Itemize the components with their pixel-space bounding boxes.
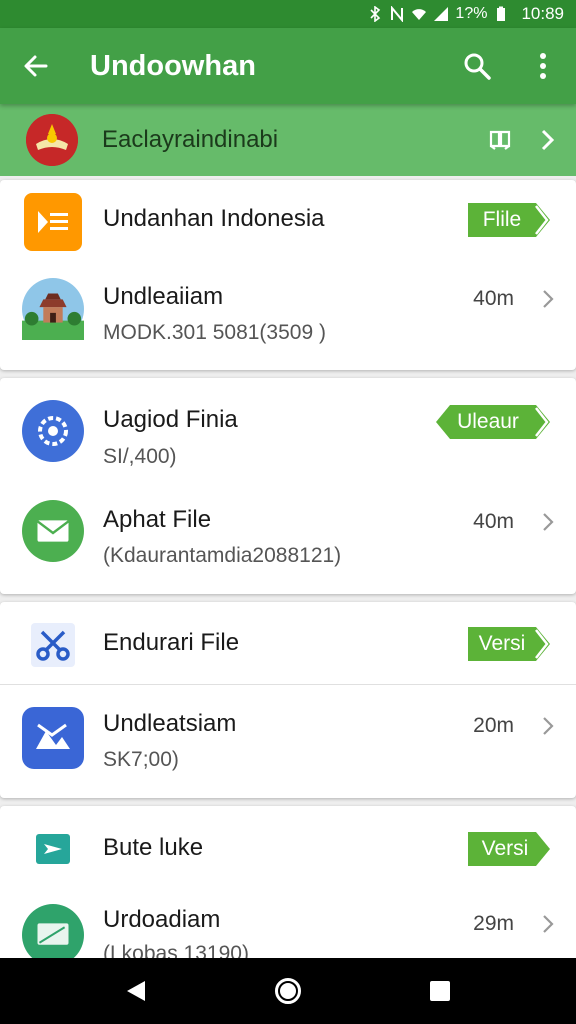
item-subtitle: SI/,400) <box>103 445 177 468</box>
scissors-icon <box>22 614 84 676</box>
page-title: Undoowhan <box>90 49 256 82</box>
item-title: Urdoadiam <box>103 906 221 933</box>
more-vert-icon <box>540 53 546 79</box>
emblem-icon <box>26 114 78 166</box>
search-icon <box>464 53 491 80</box>
item-size: 20m <box>473 714 514 737</box>
item-title: Undanhan Indonesia <box>103 205 325 232</box>
tag-label: Versi <box>478 632 526 655</box>
battery-percent: 1?% <box>455 5 488 22</box>
recents-square-icon <box>430 981 450 1001</box>
battery-icon <box>497 6 506 21</box>
banner-text: Eaclayraindinabi <box>102 126 279 153</box>
nav-back-button[interactable] <box>106 966 166 1016</box>
update-tag[interactable]: Uleaur <box>436 405 552 439</box>
search-button[interactable] <box>444 28 510 104</box>
card-4: Bute luke Versi Urdoadiam (Lkobas 13190)… <box>0 806 576 966</box>
temple-icon <box>22 278 84 340</box>
signal-icon <box>434 7 449 21</box>
item-title: Undleatsiam <box>103 710 237 737</box>
back-button[interactable] <box>0 28 72 104</box>
photo-icon <box>22 707 84 769</box>
featured-banner[interactable]: Eaclayraindinabi <box>0 104 576 176</box>
book-icon[interactable] <box>480 130 520 150</box>
list-item[interactable]: Undanhan Indonesia Flile <box>0 180 576 260</box>
list-item[interactable]: Uagiod Finia SI/,400) Uleaur <box>0 378 576 486</box>
document-icon <box>22 191 84 253</box>
tag-label: Versi <box>481 837 529 860</box>
send-icon <box>22 818 84 880</box>
list-item[interactable]: Undleaiiam MODK.301 5081(3509 ) 40m <box>0 270 576 370</box>
item-size: 29m <box>473 912 514 935</box>
card-2: Uagiod Finia SI/,400) Uleaur Aphat File … <box>0 378 576 594</box>
settings-gear-icon <box>22 400 84 462</box>
item-title: Endurari File <box>103 629 240 656</box>
version-tag[interactable]: Versi <box>466 832 552 866</box>
item-title: Aphat File <box>103 506 212 533</box>
status-bar: 1?% 10:89 <box>0 0 576 28</box>
version-tag[interactable]: Versi <box>466 627 552 661</box>
more-options-button[interactable] <box>510 28 576 104</box>
back-arrow-icon <box>24 55 48 77</box>
banner-chevron[interactable] <box>520 129 576 151</box>
nfc-icon <box>391 6 404 22</box>
item-title: Bute luke <box>103 834 204 861</box>
card-3: Endurari File Versi Undleatsiam SK7;00) … <box>0 602 576 798</box>
chevron-right-icon <box>543 915 554 933</box>
item-size: 40m <box>473 510 514 533</box>
list-item[interactable]: Bute luke Versi <box>0 806 576 890</box>
list-item[interactable]: Undleatsiam SK7;00) 20m <box>0 685 576 798</box>
tag-label: Uleaur <box>457 410 519 433</box>
file-tag[interactable]: Flile <box>466 203 552 237</box>
chevron-right-icon <box>543 290 554 308</box>
item-title: Uagiod Finia <box>103 406 238 433</box>
tag-label: Flile <box>482 208 522 231</box>
file-icon <box>22 904 84 966</box>
item-size: 40m <box>473 287 514 310</box>
list-item[interactable]: Endurari File Versi <box>0 602 576 684</box>
back-triangle-icon <box>127 981 145 1001</box>
card-1: Undanhan Indonesia Flile Undleaiiam MODK… <box>0 180 576 370</box>
chevron-right-icon <box>541 129 555 151</box>
item-subtitle: (Kdaurantamdia2088121) <box>103 544 342 567</box>
list-item[interactable]: Urdoadiam (Lkobas 13190) 29m <box>0 890 576 966</box>
mail-icon <box>22 500 84 562</box>
nav-recents-button[interactable] <box>410 966 470 1016</box>
clock: 10:89 <box>521 4 564 23</box>
list-item[interactable]: Aphat File (Kdaurantamdia2088121) 40m <box>0 486 576 594</box>
nav-home-button[interactable] <box>258 966 318 1016</box>
app-bar: Undoowhan <box>0 28 576 104</box>
bluetooth-icon <box>370 6 381 22</box>
wifi-icon <box>412 9 427 20</box>
item-subtitle: SK7;00) <box>103 748 179 771</box>
item-subtitle: MODK.301 5081(3509 ) <box>103 321 326 344</box>
chevron-right-icon <box>543 513 554 531</box>
chevron-right-icon <box>543 717 554 735</box>
item-title: Undleaiiam <box>103 283 224 310</box>
system-nav-bar <box>0 958 576 1024</box>
home-circle-icon <box>275 978 301 1004</box>
